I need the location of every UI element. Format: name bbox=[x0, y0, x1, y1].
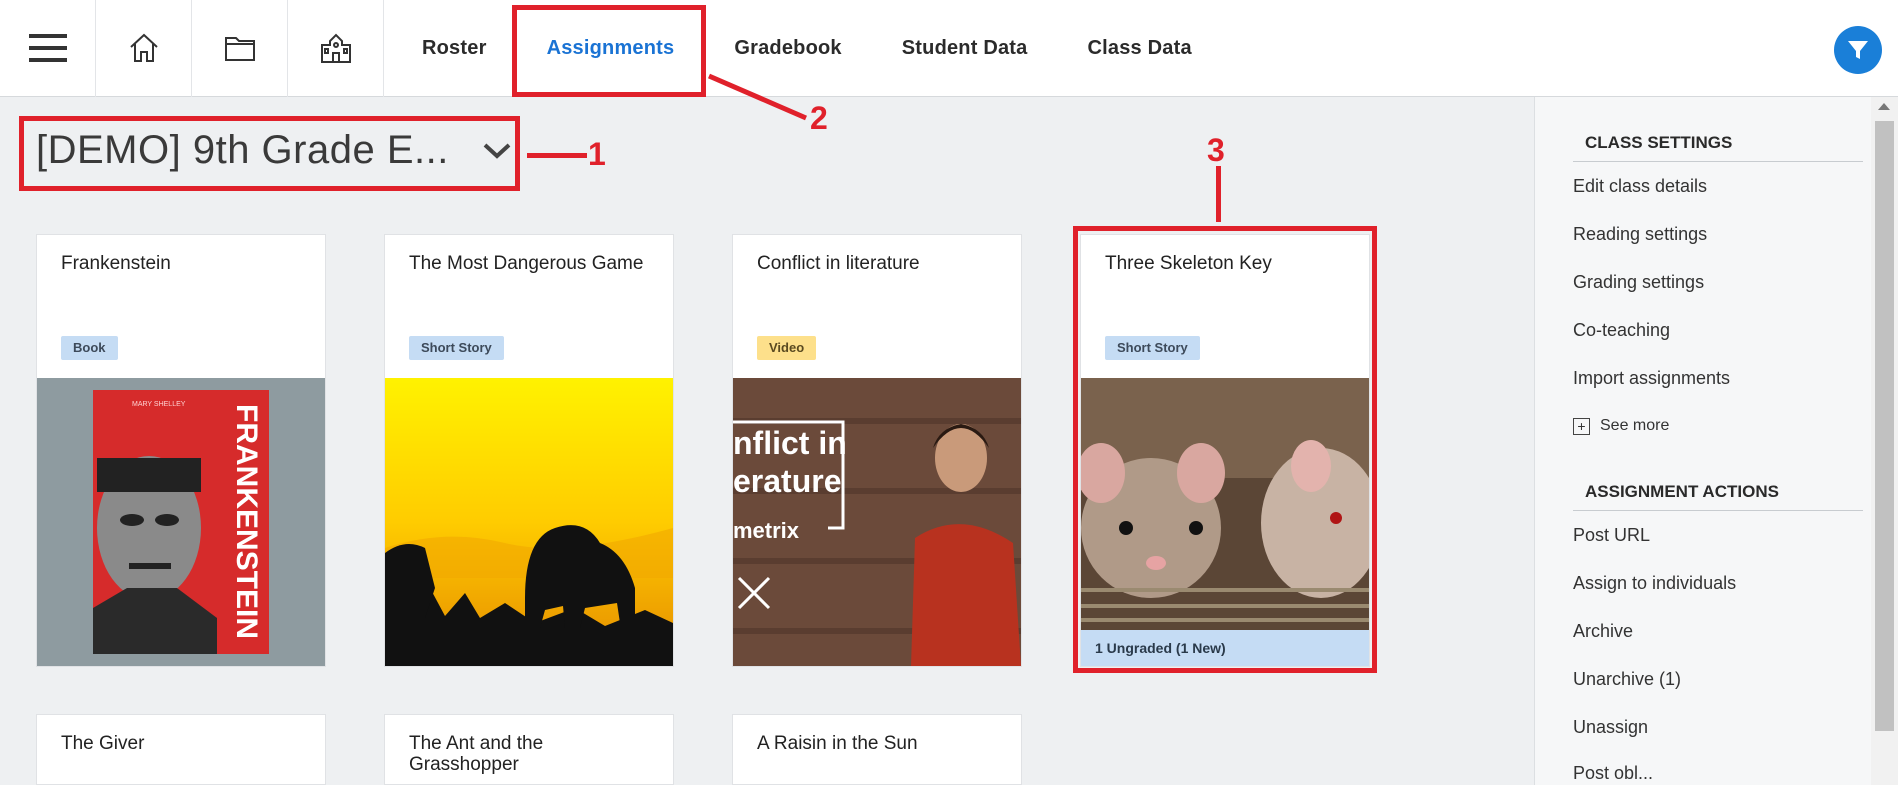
menu-icon bbox=[28, 34, 67, 62]
card-title: Three Skeleton Key bbox=[1105, 253, 1272, 274]
cover-title: FRANKENSTEIN bbox=[230, 404, 263, 639]
type-badge: Video bbox=[757, 336, 817, 360]
assignment-card-three-skeleton-key[interactable]: Three Skeleton Key Short Story 1 Ungrade… bbox=[1080, 234, 1370, 667]
tab-class-data[interactable]: Class Data bbox=[1058, 0, 1222, 97]
card-title: The Most Dangerous Game bbox=[409, 253, 644, 274]
see-more-button[interactable]: + See more bbox=[1535, 402, 1871, 450]
unarchive-link[interactable]: Unarchive (1) bbox=[1535, 655, 1871, 703]
video-thumb-text-3: metrix bbox=[733, 518, 800, 543]
assignment-card-ant-and-grasshopper[interactable]: The Ant and the Grasshopper bbox=[384, 714, 674, 785]
edit-class-details-link[interactable]: Edit class details bbox=[1535, 162, 1871, 210]
annotation-label-1: 1 bbox=[588, 136, 606, 172]
filter-icon bbox=[1848, 41, 1868, 59]
assign-to-individuals-link[interactable]: Assign to individuals bbox=[1535, 559, 1871, 607]
type-badge: Short Story bbox=[409, 336, 504, 360]
video-thumb-text-1: nflict in bbox=[733, 425, 847, 461]
video-thumb-text-2: erature bbox=[733, 463, 842, 499]
home-button[interactable] bbox=[96, 0, 192, 97]
library-button[interactable] bbox=[192, 0, 288, 97]
scrollbar-thumb[interactable] bbox=[1875, 121, 1894, 731]
school-button[interactable] bbox=[288, 0, 384, 97]
class-selector-value: [DEMO] 9th Grade E... bbox=[36, 128, 449, 172]
import-assignments-link[interactable]: Import assignments bbox=[1535, 354, 1871, 402]
unassign-link[interactable]: Unassign bbox=[1535, 703, 1871, 751]
class-selector-dropdown[interactable]: [DEMO] 9th Grade E... bbox=[36, 128, 511, 173]
annotation-label-3: 3 bbox=[1207, 132, 1225, 168]
tab-assignments[interactable]: Assignments bbox=[517, 0, 705, 97]
card-title: The Giver bbox=[61, 733, 145, 754]
scroll-up-arrow-icon[interactable] bbox=[1878, 103, 1890, 110]
folder-icon bbox=[224, 37, 255, 61]
tab-student-data[interactable]: Student Data bbox=[872, 0, 1058, 97]
top-nav-bar: Roster Assignments Gradebook Student Dat… bbox=[0, 0, 1898, 97]
filter-button[interactable] bbox=[1834, 26, 1882, 74]
home-icon bbox=[129, 33, 158, 62]
assignment-card-the-giver[interactable]: The Giver bbox=[36, 714, 326, 785]
annotation-line-1 bbox=[527, 153, 587, 158]
school-icon bbox=[320, 33, 351, 63]
annotation-line-2 bbox=[708, 73, 807, 121]
reading-settings-link[interactable]: Reading settings bbox=[1535, 210, 1871, 258]
grading-status: 1 Ungraded (1 New) bbox=[1081, 630, 1369, 666]
right-sidebar: CLASS SETTINGS Edit class details Readin… bbox=[1534, 97, 1871, 785]
card-thumbnail-frankenstein: MARY SHELLEY FRANKENSTEIN bbox=[37, 378, 325, 666]
menu-button[interactable] bbox=[0, 0, 96, 97]
annotation-line-3 bbox=[1216, 166, 1221, 222]
vertical-scrollbar[interactable] bbox=[1871, 97, 1898, 785]
card-title: The Ant and the Grasshopper bbox=[409, 733, 544, 775]
tab-roster[interactable]: Roster bbox=[392, 0, 517, 97]
chevron-down-icon bbox=[483, 143, 511, 159]
assignment-card-frankenstein[interactable]: Frankenstein Book MARY SHELLEY FRANKENST… bbox=[36, 234, 326, 667]
grading-settings-link[interactable]: Grading settings bbox=[1535, 258, 1871, 306]
card-title: A Raisin in the Sun bbox=[757, 733, 918, 754]
card-thumbnail-conflict-in-literature: nflict in erature metrix bbox=[733, 378, 1021, 666]
post-link-partial[interactable]: Post obl... bbox=[1535, 751, 1871, 781]
assignment-card-most-dangerous-game[interactable]: The Most Dangerous Game Short Story bbox=[384, 234, 674, 667]
archive-link[interactable]: Archive bbox=[1535, 607, 1871, 655]
assignment-card-raisin-in-the-sun[interactable]: A Raisin in the Sun bbox=[732, 714, 1022, 785]
post-url-link[interactable]: Post URL bbox=[1535, 511, 1871, 559]
card-thumbnail-three-skeleton-key bbox=[1081, 378, 1369, 630]
type-badge: Short Story bbox=[1105, 336, 1200, 360]
plus-square-icon: + bbox=[1573, 417, 1590, 435]
card-title: Frankenstein bbox=[61, 253, 171, 274]
assignment-actions-header: ASSIGNMENT ACTIONS bbox=[1585, 482, 1779, 501]
card-thumbnail-most-dangerous-game bbox=[385, 378, 673, 666]
cover-author: MARY SHELLEY bbox=[132, 401, 186, 408]
card-title: Conflict in literature bbox=[757, 253, 920, 274]
annotation-label-2: 2 bbox=[810, 100, 828, 136]
co-teaching-link[interactable]: Co-teaching bbox=[1535, 306, 1871, 354]
type-badge: Book bbox=[61, 336, 118, 360]
class-settings-header: CLASS SETTINGS bbox=[1585, 133, 1733, 152]
assignment-card-conflict-in-literature[interactable]: Conflict in literature Video nflict in e… bbox=[732, 234, 1022, 667]
see-more-label: See more bbox=[1600, 417, 1670, 434]
